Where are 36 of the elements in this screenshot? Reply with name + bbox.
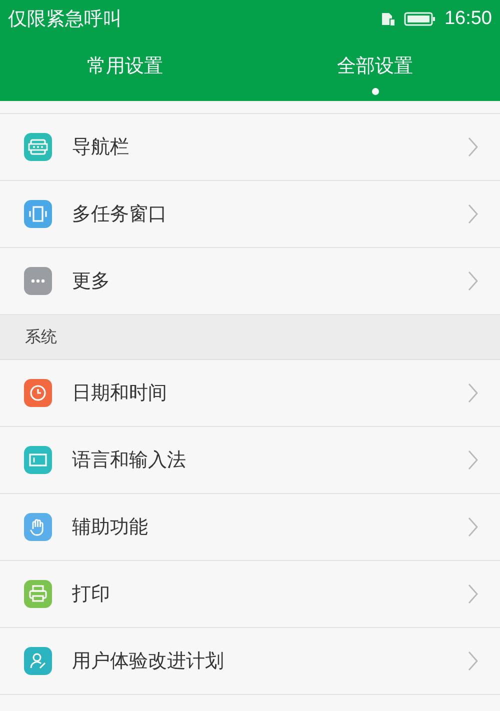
item-label: 用户体验改进计划	[72, 649, 225, 674]
chevron-icon	[468, 584, 478, 604]
item-label: 日期和时间	[72, 381, 168, 406]
keyboard-icon	[24, 446, 52, 474]
window-icon	[24, 200, 52, 228]
clock-icon	[24, 379, 52, 407]
item-label: 导航栏	[72, 135, 130, 160]
chevron-icon	[468, 137, 478, 157]
settings-item[interactable]: 用户体验改进计划	[0, 628, 500, 695]
settings-item[interactable]: 打印	[0, 561, 500, 628]
clock-time: 16:50	[444, 8, 492, 30]
settings-item[interactable]: 多任务窗口	[0, 181, 500, 248]
section-title: 系统	[25, 326, 57, 348]
battery-icon	[404, 10, 436, 26]
user-icon	[24, 647, 52, 675]
item-label: 多任务窗口	[72, 202, 168, 227]
item-label: 更多	[72, 269, 111, 294]
chevron-icon	[468, 517, 478, 537]
item-label: 辅助功能	[72, 515, 149, 540]
hand-icon	[24, 513, 52, 541]
chevron-icon	[468, 450, 478, 470]
chevron-icon	[468, 271, 478, 291]
more-icon	[24, 267, 52, 295]
chevron-icon	[468, 383, 478, 403]
printer-icon	[24, 580, 52, 608]
navigation-bar-icon	[24, 133, 52, 161]
settings-item[interactable]: 语言和输入法	[0, 427, 500, 494]
settings-item[interactable]: 辅助功能	[0, 494, 500, 561]
item-label: 语言和输入法	[72, 448, 187, 473]
chevron-icon	[468, 204, 478, 224]
status-text: 仅限紧急呼叫	[8, 6, 122, 32]
chevron-icon	[468, 651, 478, 671]
sim-card-icon	[380, 10, 396, 26]
settings-item[interactable]: 导航栏	[0, 114, 500, 181]
settings-item[interactable]: 日期和时间	[0, 360, 500, 427]
item-label: 打印	[72, 582, 111, 607]
